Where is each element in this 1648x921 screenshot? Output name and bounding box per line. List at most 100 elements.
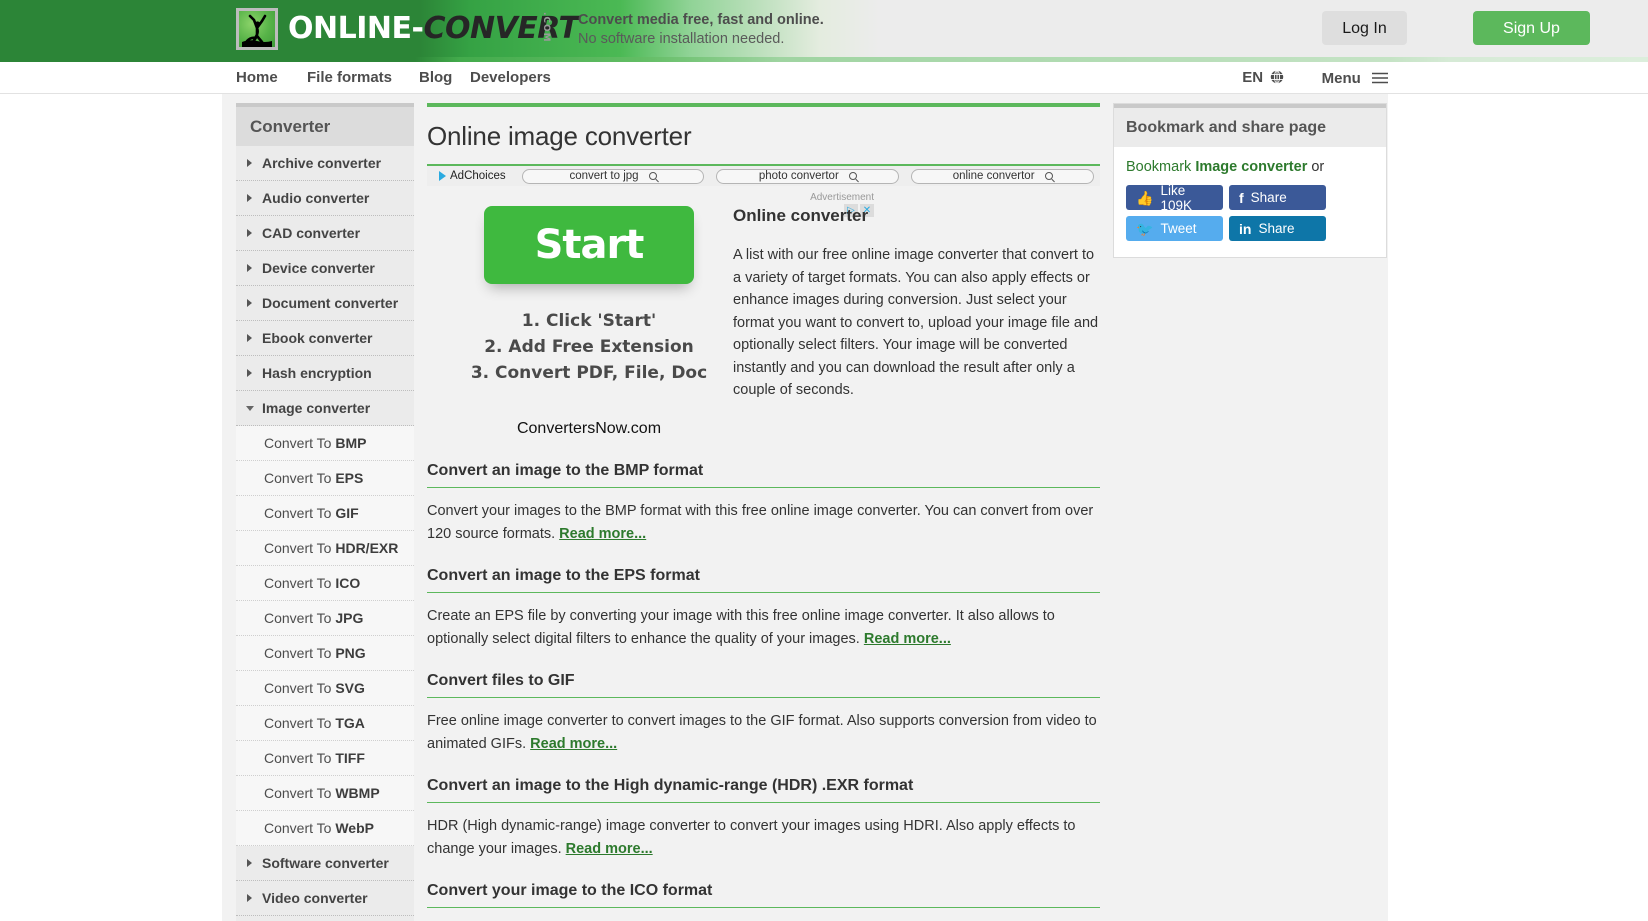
login-button[interactable]: Log In xyxy=(1322,11,1407,45)
sidebar-item-label: Hash encryption xyxy=(262,365,372,381)
sidebar-item-hash-encryption[interactable]: Hash encryption xyxy=(236,356,414,391)
chevron-right-icon xyxy=(247,369,252,377)
bookmark-prefix: Bookmark xyxy=(1126,159,1196,175)
site-logo[interactable] xyxy=(236,8,278,50)
adchoices-button[interactable]: AdChoices xyxy=(427,170,516,182)
share-buttons: 👍 Like 109K f Share 🐦 Tweet in Share xyxy=(1126,182,1374,241)
share-button-label: Like 109K xyxy=(1160,182,1192,213)
section-heading: Convert files to GIF xyxy=(427,672,1100,698)
sidebar-subitem-convert-to-webp[interactable]: Convert To WebP xyxy=(236,811,414,846)
nav-item-blog[interactable]: Blog xyxy=(419,62,452,94)
sidebar-item-video-converter[interactable]: Video converter xyxy=(236,881,414,916)
right-sidebar: Bookmark and share page Bookmark Image c… xyxy=(1113,103,1387,258)
sidebar-item-ebook-converter[interactable]: Ebook converter xyxy=(236,321,414,356)
subitem-prefix: Convert To xyxy=(264,505,336,521)
sidebar-item-label: Video converter xyxy=(262,890,368,906)
sidebar-item-webservice-converter[interactable]: Webservice converter xyxy=(236,916,414,921)
sidebar-subitem-convert-to-svg[interactable]: Convert To SVG xyxy=(236,671,414,706)
menu-button[interactable]: Menu xyxy=(1322,63,1388,96)
sidebar-item-document-converter[interactable]: Document converter xyxy=(236,286,414,321)
linkedin-share-button[interactable]: in Share xyxy=(1229,216,1326,241)
sidebar-subitem-convert-to-hdr-exr[interactable]: Convert To HDR/EXR xyxy=(236,531,414,566)
subitem-format: JPG xyxy=(335,610,364,626)
read-more-link[interactable]: Read more... xyxy=(530,736,617,752)
sidebar-subitem-convert-to-bmp[interactable]: Convert To BMP xyxy=(236,426,414,461)
section-text: Create an EPS file by converting your im… xyxy=(427,608,1055,647)
ad-start-button[interactable]: Start xyxy=(484,206,694,284)
logo-word-convert: CONVERT xyxy=(423,11,579,46)
content-accent-line xyxy=(427,103,1100,107)
sidebar-subitem-convert-to-eps[interactable]: Convert To EPS xyxy=(236,461,414,496)
section-eps: Convert an image to the EPS format Creat… xyxy=(427,567,1100,650)
sidebar-item-label: CAD converter xyxy=(262,225,361,241)
site-logo-wordmark[interactable]: ONLINE-CONVERT xyxy=(288,9,579,49)
subitem-prefix: Convert To xyxy=(264,785,336,801)
bookmark-line: Bookmark Image converter or xyxy=(1126,159,1374,175)
nav-item-file-formats[interactable]: File formats xyxy=(307,62,392,94)
subitem-format: WebP xyxy=(335,820,374,836)
section-text: HDR (High dynamic-range) image converter… xyxy=(427,818,1076,857)
language-selector[interactable]: EN xyxy=(1242,62,1284,96)
ad-search-pill-convert-to-jpg[interactable]: convert to jpg xyxy=(521,168,705,184)
sidebar-item-label: Device converter xyxy=(262,260,375,276)
sidebar-item-software-converter[interactable]: Software converter xyxy=(236,846,414,881)
main-content: Online image converter AdChoices convert… xyxy=(427,103,1100,914)
subitem-format: EPS xyxy=(335,470,364,486)
sidebar-title-converter: Converter xyxy=(236,103,414,146)
ad-search-pill-online-convertor[interactable]: online convertor xyxy=(911,168,1095,184)
ad-pill-label: convert to jpg xyxy=(569,170,639,182)
nav-item-developers[interactable]: Developers xyxy=(470,62,551,94)
sidebar-subitem-convert-to-png[interactable]: Convert To PNG xyxy=(236,636,414,671)
ad-step-3: 3. Convert PDF, File, Doc xyxy=(470,363,708,383)
main-navigation: Home File formats Blog Developers EN Men… xyxy=(0,57,1648,94)
page-body: Converter Archive converter Audio conver… xyxy=(0,94,1648,921)
sidebar-subitem-convert-to-jpg[interactable]: Convert To JPG xyxy=(236,601,414,636)
sidebar-subitem-convert-to-ico[interactable]: Convert To ICO xyxy=(236,566,414,601)
sidebar-box-converter: Converter Archive converter Audio conver… xyxy=(236,103,414,921)
ad-step-1: 1. Click 'Start' xyxy=(521,311,657,331)
signup-button[interactable]: Sign Up xyxy=(1473,11,1590,45)
page-left-gutter xyxy=(0,94,222,921)
subitem-format: BMP xyxy=(335,435,367,451)
section-bmp: Convert an image to the BMP format Conve… xyxy=(427,462,1100,545)
sidebar-item-device-converter[interactable]: Device converter xyxy=(236,251,414,286)
facebook-share-button[interactable]: f Share xyxy=(1229,185,1326,210)
facebook-icon: f xyxy=(1239,189,1244,206)
advertisement-creative[interactable]: Start 1. Click 'Start' 2. Add Free Exten… xyxy=(441,206,737,438)
chevron-right-icon xyxy=(247,194,252,202)
nav-item-home[interactable]: Home xyxy=(236,62,278,94)
bookmark-suffix: or xyxy=(1307,159,1325,175)
logo-word-online: ONLINE- xyxy=(288,11,424,46)
ad-search-pill-photo-convertor[interactable]: photo convertor xyxy=(716,168,900,184)
subitem-prefix: Convert To xyxy=(264,645,336,661)
sidebar-item-audio-converter[interactable]: Audio converter xyxy=(236,181,414,216)
bookmark-link[interactable]: Image converter xyxy=(1195,159,1307,175)
sidebar-item-cad-converter[interactable]: CAD converter xyxy=(236,216,414,251)
ad-pill-label: online convertor xyxy=(952,170,1035,182)
search-icon xyxy=(848,172,857,180)
share-button-label: Share xyxy=(1250,190,1287,205)
sidebar-subitem-convert-to-tga[interactable]: Convert To TGA xyxy=(236,706,414,741)
read-more-link[interactable]: Read more... xyxy=(566,841,653,857)
adchoices-label: AdChoices xyxy=(450,170,506,182)
section-text: Convert your images to the BMP format wi… xyxy=(427,503,1094,542)
sidebar-item-label: Ebook converter xyxy=(262,330,373,346)
chevron-right-icon xyxy=(247,859,252,867)
subitem-prefix: Convert To xyxy=(264,715,336,731)
read-more-link[interactable]: Read more... xyxy=(864,631,951,647)
facebook-like-button[interactable]: 👍 Like 109K xyxy=(1126,182,1223,213)
section-heading: Convert your image to the ICO format xyxy=(427,882,1100,908)
subitem-format: GIF xyxy=(335,505,359,521)
sidebar-item-archive-converter[interactable]: Archive converter xyxy=(236,146,414,181)
section-text: Free online image converter to convert i… xyxy=(427,713,1097,752)
sidebar-subitem-convert-to-wbmp[interactable]: Convert To WBMP xyxy=(236,776,414,811)
subitem-prefix: Convert To xyxy=(264,750,336,766)
sidebar-item-image-converter[interactable]: Image converter xyxy=(236,391,414,426)
subitem-prefix: Convert To xyxy=(264,820,336,836)
sidebar-subitem-convert-to-gif[interactable]: Convert To GIF xyxy=(236,496,414,531)
subitem-format: HDR/EXR xyxy=(335,540,399,556)
twitter-tweet-button[interactable]: 🐦 Tweet xyxy=(1126,216,1223,241)
sidebar-subitem-convert-to-tiff[interactable]: Convert To TIFF xyxy=(236,741,414,776)
adchoices-triangle-icon xyxy=(439,171,446,181)
read-more-link[interactable]: Read more... xyxy=(559,526,646,542)
